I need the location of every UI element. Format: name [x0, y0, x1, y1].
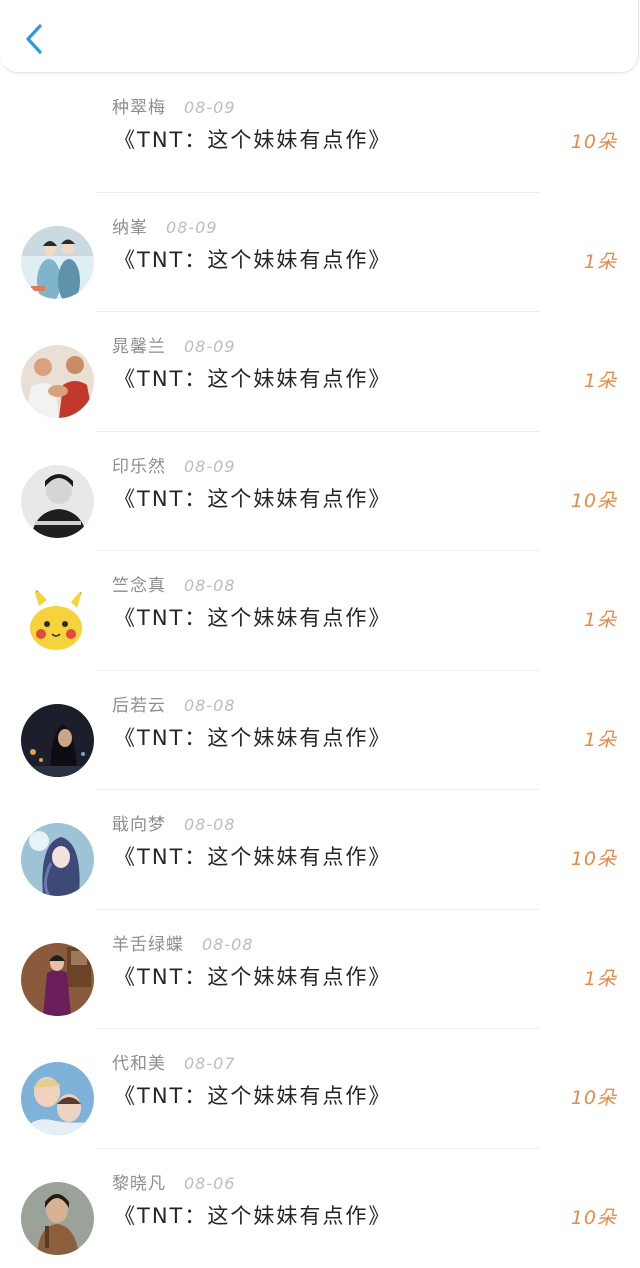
- user-name: 戢向梦: [112, 815, 166, 835]
- top-bar: [0, 0, 639, 73]
- book-title: 《TNT：这个妹妹有点作》: [114, 244, 391, 274]
- post-date: 08-09: [184, 98, 236, 117]
- post-date: 08-09: [166, 218, 218, 237]
- list-item[interactable]: 羊舌绿蝶 08-08 《TNT：这个妹妹有点作》 1朵: [0, 910, 640, 1030]
- book-title: 《TNT：这个妹妹有点作》: [114, 961, 391, 991]
- post-date: 08-06: [184, 1174, 236, 1193]
- book-title: 《TNT：这个妹妹有点作》: [114, 1200, 391, 1230]
- post-date: 08-08: [184, 576, 236, 595]
- user-name: 羊舌绿蝶: [112, 935, 184, 955]
- flower-count: 1朵: [584, 366, 617, 393]
- user-name: 印乐然: [112, 457, 166, 477]
- book-title: 《TNT：这个妹妹有点作》: [114, 722, 391, 752]
- user-name: 纳峯: [112, 218, 148, 238]
- post-date: 08-09: [184, 337, 236, 356]
- list-item[interactable]: 代和美 08-07 《TNT：这个妹妹有点作》 10朵: [0, 1029, 640, 1149]
- flower-count: 1朵: [584, 725, 617, 752]
- chevron-left-icon: [18, 18, 52, 60]
- user-name: 竺念真: [112, 576, 166, 596]
- avatar: [21, 106, 94, 179]
- avatar[interactable]: [21, 1062, 94, 1135]
- list-item[interactable]: 纳峯 08-09 《TNT：这个妹妹有点作》 1朵: [0, 193, 640, 313]
- flower-count: 10朵: [571, 486, 617, 513]
- book-title: 《TNT：这个妹妹有点作》: [114, 124, 391, 154]
- user-name: 种翠梅: [112, 98, 166, 118]
- avatar[interactable]: [21, 704, 94, 777]
- avatar[interactable]: [21, 465, 94, 538]
- list-item[interactable]: 黎晓凡 08-06 《TNT：这个妹妹有点作》 10朵: [0, 1149, 640, 1268]
- avatar[interactable]: [21, 1182, 94, 1255]
- user-name: 晁馨兰: [112, 337, 166, 357]
- flower-count: 10朵: [571, 1083, 617, 1110]
- flower-count: 1朵: [584, 247, 617, 274]
- book-title: 《TNT：这个妹妹有点作》: [114, 841, 391, 871]
- list-item[interactable]: 晁馨兰 08-09 《TNT：这个妹妹有点作》 1朵: [0, 312, 640, 432]
- flower-count: 10朵: [571, 1203, 617, 1230]
- list-item[interactable]: 种翠梅 08-09 《TNT：这个妹妹有点作》 10朵: [0, 73, 640, 193]
- list-item[interactable]: 后若云 08-08 《TNT：这个妹妹有点作》 1朵: [0, 671, 640, 791]
- post-date: 08-09: [184, 457, 236, 476]
- avatar[interactable]: [21, 584, 94, 657]
- post-date: 08-08: [184, 696, 236, 715]
- avatar[interactable]: [21, 226, 94, 299]
- flower-count: 1朵: [584, 964, 617, 991]
- flower-count: 10朵: [571, 844, 617, 871]
- list-item[interactable]: 印乐然 08-09 《TNT：这个妹妹有点作》 10朵: [0, 432, 640, 552]
- book-title: 《TNT：这个妹妹有点作》: [114, 1080, 391, 1110]
- flower-count: 1朵: [584, 605, 617, 632]
- user-name: 后若云: [112, 696, 166, 716]
- book-title: 《TNT：这个妹妹有点作》: [114, 602, 391, 632]
- avatar[interactable]: [21, 943, 94, 1016]
- book-title: 《TNT：这个妹妹有点作》: [114, 483, 391, 513]
- user-name: 黎晓凡: [112, 1174, 166, 1194]
- list-item[interactable]: 戢向梦 08-08 《TNT：这个妹妹有点作》 10朵: [0, 790, 640, 910]
- list-item[interactable]: 竺念真 08-08 《TNT：这个妹妹有点作》 1朵: [0, 551, 640, 671]
- book-title: 《TNT：这个妹妹有点作》: [114, 363, 391, 393]
- user-name: 代和美: [112, 1054, 166, 1074]
- avatar[interactable]: [21, 823, 94, 896]
- flower-count: 10朵: [571, 127, 617, 154]
- post-date: 08-08: [184, 815, 236, 834]
- back-button[interactable]: [18, 18, 52, 60]
- avatar[interactable]: [21, 345, 94, 418]
- post-date: 08-07: [184, 1054, 236, 1073]
- post-date: 08-08: [202, 935, 254, 954]
- gift-list: 种翠梅 08-09 《TNT：这个妹妹有点作》 10朵 纳峯 08-09 《TNT：…: [0, 73, 640, 1268]
